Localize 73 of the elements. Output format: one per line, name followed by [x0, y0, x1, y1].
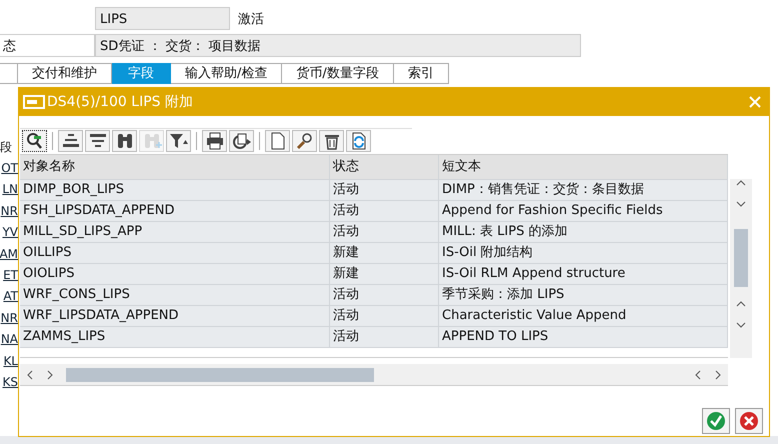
- field-link[interactable]: NR: [0, 308, 18, 330]
- scroll-up-icon[interactable]: [736, 179, 746, 187]
- tab[interactable]: 货币/数量字段: [282, 63, 394, 84]
- print-icon[interactable]: [202, 130, 227, 152]
- scroll-thumb[interactable]: [66, 368, 374, 382]
- field-link[interactable]: KL: [0, 350, 18, 372]
- table-cell: 活动: [330, 306, 439, 326]
- filter-icon[interactable]: [166, 130, 191, 152]
- export-icon[interactable]: [229, 130, 254, 152]
- delete-icon[interactable]: [319, 130, 344, 152]
- horizontal-scrollbar[interactable]: [20, 364, 728, 386]
- table-cell: 活动: [330, 201, 439, 221]
- field-link[interactable]: ET: [0, 264, 18, 286]
- label-field: 态: [0, 34, 95, 57]
- table-cell: 活动: [330, 180, 439, 200]
- scroll-down-icon[interactable]: [736, 321, 746, 329]
- field-link[interactable]: LN: [0, 179, 18, 201]
- scroll-left-icon[interactable]: [26, 370, 34, 380]
- field-link[interactable]: KS: [0, 372, 18, 394]
- field-link[interactable]: NR: [0, 200, 18, 222]
- table-cell: OILLIPS: [20, 243, 330, 263]
- select-icon[interactable]: [22, 130, 47, 152]
- scroll-thumb[interactable]: [734, 229, 748, 287]
- scroll-right-icon[interactable]: [46, 370, 54, 380]
- window-icon: [23, 95, 45, 109]
- table-cell: FSH_LIPSDATA_APPEND: [20, 201, 330, 221]
- field-link[interactable]: AT: [0, 286, 18, 308]
- table-cell: WRF_LIPSDATA_APPEND: [20, 306, 330, 326]
- table-cell: 活动: [330, 285, 439, 305]
- table-cell: MILL_SD_LIPS_APP: [20, 222, 330, 242]
- scroll-right-icon[interactable]: [714, 370, 722, 380]
- confirm-button[interactable]: [702, 408, 730, 434]
- table-cell: ZAMMS_LIPS: [20, 327, 330, 347]
- tab[interactable]: 输入帮助/检查: [171, 63, 282, 84]
- sort-desc-icon[interactable]: [85, 130, 110, 152]
- sort-asc-icon[interactable]: [58, 130, 83, 152]
- table-cell: WRF_CONS_LIPS: [20, 285, 330, 305]
- dialog-title: DS4(5)/100 LIPS 附加: [47, 93, 194, 111]
- table-cell: MILL: 表 LIPS 的添加: [439, 222, 728, 242]
- tab[interactable]: 交付和维护: [18, 63, 112, 84]
- field-link[interactable]: YV: [0, 222, 18, 244]
- table-cell: 新建: [330, 264, 439, 284]
- refresh-icon[interactable]: [346, 130, 371, 152]
- column-header[interactable]: 对象名称: [20, 155, 330, 179]
- cancel-button[interactable]: [735, 408, 763, 434]
- table-name-field[interactable]: LIPS: [95, 7, 230, 30]
- table-cell: IS-Oil 附加结构: [439, 243, 728, 263]
- find-icon[interactable]: [112, 130, 137, 152]
- column-header[interactable]: 状态: [330, 155, 439, 179]
- vertical-scrollbar[interactable]: [730, 179, 752, 358]
- scroll-left-icon[interactable]: [694, 370, 702, 380]
- table-cell: DIMP：销售凭证：交货：条目数据: [439, 180, 728, 200]
- column-heading: 段: [0, 139, 13, 156]
- table-cell: OIOLIPS: [20, 264, 330, 284]
- table-cell: 活动: [330, 327, 439, 347]
- tab[interactable]: 索引: [394, 63, 449, 84]
- table-cell: 新建: [330, 243, 439, 263]
- field-link[interactable]: NA: [0, 329, 18, 351]
- field-link[interactable]: OT: [0, 158, 18, 180]
- table-cell: 活动: [330, 222, 439, 242]
- tab-stub: [0, 63, 18, 84]
- column-header[interactable]: 短文本: [439, 155, 728, 179]
- table-cell: Append for Fashion Specific Fields: [439, 201, 728, 221]
- table-cell: APPEND TO LIPS: [439, 327, 728, 347]
- description-field[interactable]: SD凭证 ： 交货： 项目数据: [95, 34, 581, 57]
- scroll-down-icon[interactable]: [736, 200, 746, 208]
- table-cell: DIMP_BOR_LIPS: [20, 180, 330, 200]
- activation-status: 激活: [238, 10, 264, 28]
- table-cell: IS-Oil RLM Append structure: [439, 264, 728, 284]
- table-cell: 季节采购：添加 LIPS: [439, 285, 728, 305]
- scroll-up-icon[interactable]: [736, 300, 746, 308]
- new-icon[interactable]: [265, 130, 290, 152]
- table-cell: Characteristic Value Append: [439, 306, 728, 326]
